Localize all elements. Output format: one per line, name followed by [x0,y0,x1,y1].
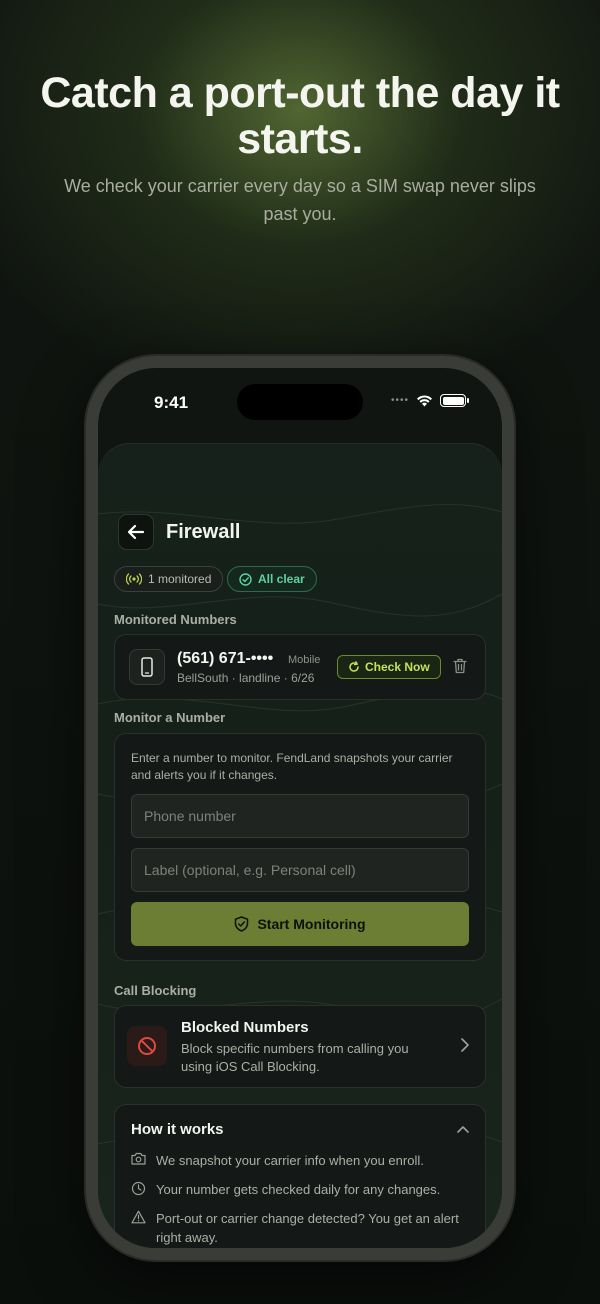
wifi-icon [417,395,432,407]
camera-icon [131,1152,146,1165]
broadcast-icon [126,573,142,585]
shield-check-icon [235,916,249,932]
battery-icon [440,394,469,407]
how-item: Your number gets checked daily for any c… [131,1180,465,1199]
monitor-number-heading: Monitor a Number [114,710,226,725]
label-input[interactable] [131,848,469,892]
status-badge: All clear [227,566,317,592]
monitor-form: Enter a number to monitor. FendLand snap… [114,733,486,961]
status-time: 9:41 [154,393,189,412]
start-monitoring-label: Start Monitoring [257,916,366,932]
monitor-description: Enter a number to monitor. FendLand snap… [131,751,453,782]
monitored-numbers-heading: Monitored Numbers [114,612,237,627]
page-title: Firewall [166,521,241,543]
phone-number-input[interactable] [131,794,469,838]
how-item-text: We snapshot your carrier info when you e… [156,1153,424,1168]
how-it-works-title: How it works [131,1121,224,1138]
how-item-text: Port-out or carrier change detected? You… [156,1211,459,1245]
check-circle-icon [239,572,252,586]
dynamic-island [237,384,363,420]
how-item: We snapshot your carrier info when you e… [131,1151,465,1170]
monitored-count-chip: 1 monitored [114,566,224,592]
number-type: Mobile [288,654,321,666]
blocked-numbers-description: Block specific numbers from calling you … [181,1041,409,1074]
chevron-up-icon[interactable] [457,1125,469,1133]
status-label: All clear [258,572,305,586]
warning-icon [131,1210,146,1224]
phone-number: (561) 671-•••• [177,650,274,667]
how-it-works-panel: How it works We snapshot your carrier in… [114,1104,486,1248]
refresh-icon [349,661,359,672]
monitored-number-row: (561) 671-•••• Mobile BellSouth · landli… [114,634,486,700]
carrier-meta: BellSouth · landline · 6/26 [177,671,315,685]
block-icon-box [127,1026,167,1066]
check-now-label: Check Now [365,660,430,674]
how-item: Port-out or carrier change detected? You… [131,1209,465,1247]
block-icon [138,1037,156,1055]
monitored-count-label: 1 monitored [148,572,212,586]
hero-subtitle: We check your carrier every day so a SIM… [64,176,536,224]
how-item-text: Your number gets checked daily for any c… [156,1182,441,1197]
signal-icon: •••• [390,395,409,406]
hero-title: Catch a port-out the day it starts. [40,69,560,163]
phone-icon-box [129,649,165,685]
smartphone-icon [141,657,153,677]
blocked-numbers-title: Blocked Numbers [181,1019,309,1036]
chevron-right-icon [461,1038,469,1052]
phone-screen: 9:41 •••• Firewall 1 monitored All clear… [98,368,502,1248]
arrow-left-icon [127,524,145,540]
blocked-numbers-row[interactable]: Blocked Numbers Block specific numbers f… [114,1005,486,1088]
start-monitoring-button[interactable]: Start Monitoring [131,902,469,946]
app-content: Firewall 1 monitored All clear Monitored… [98,443,502,1248]
status-icons: •••• [390,394,469,407]
trash-icon[interactable] [453,658,467,674]
call-blocking-heading: Call Blocking [114,983,197,998]
back-button[interactable] [118,514,154,550]
phone-frame: 9:41 •••• Firewall 1 monitored All clear… [86,356,514,1260]
clock-icon [131,1181,146,1196]
check-now-button[interactable]: Check Now [337,655,441,679]
